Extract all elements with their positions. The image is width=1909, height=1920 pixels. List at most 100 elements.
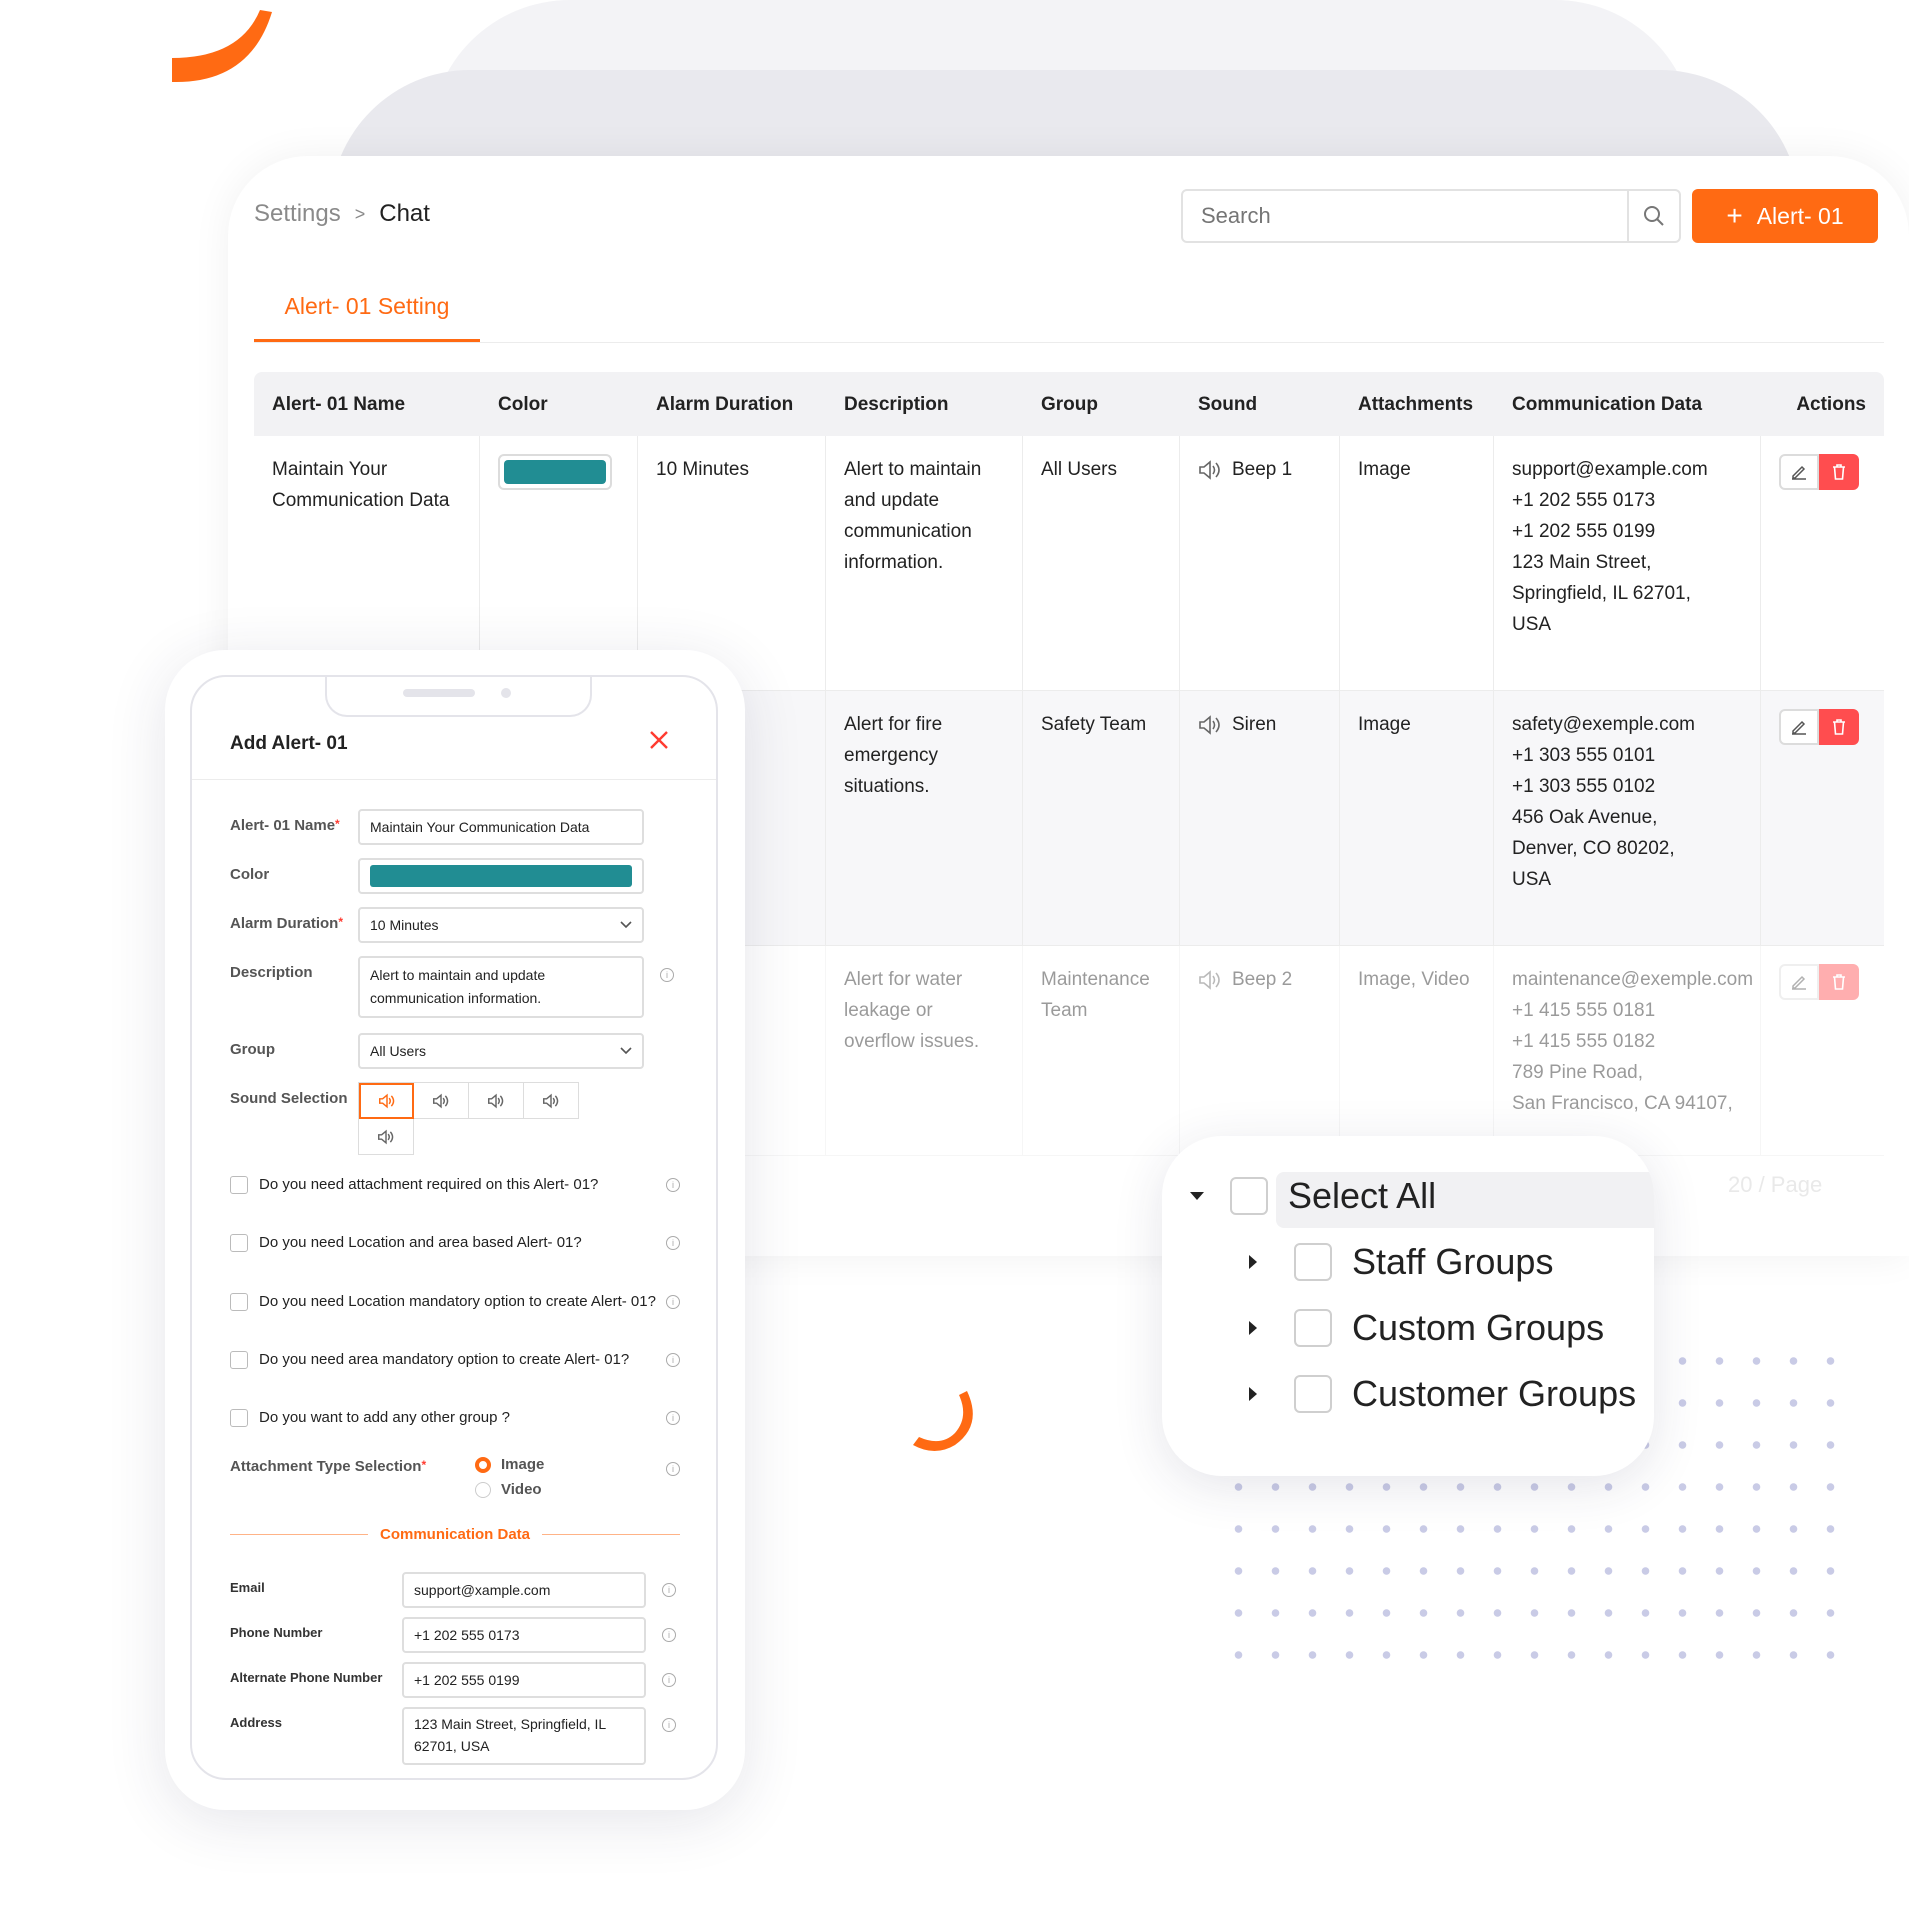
breadcrumb-settings-link[interactable]: Settings [254,200,341,228]
info-icon: i [662,1673,676,1687]
duration-row: Alarm Duration 10 Minutes [230,907,644,943]
sound-name: Beep 2 [1232,969,1293,990]
group-value: All Users [370,1043,427,1059]
description-cell: Alert to maintain and update communicati… [826,436,1023,690]
tree-checkbox[interactable] [1230,1177,1268,1215]
tree-row-custom-groups[interactable]: Custom Groups [1238,1307,1604,1349]
delete-button[interactable] [1819,454,1859,490]
alt-phone-field[interactable]: +1 202 555 0199 [402,1662,646,1698]
sound-cell: Siren [1180,691,1340,945]
sound-selection-row: Sound Selection [230,1082,579,1155]
comm-email: support@example.com [1512,459,1708,480]
description-row: Description Alert to maintain and update… [230,956,674,1018]
sound-option[interactable] [469,1083,524,1119]
description-textarea[interactable]: Alert to maintain and update communicati… [358,956,644,1018]
speaker-icon[interactable] [1198,459,1222,481]
name-label: Alert- 01 Name [230,809,358,834]
column-header: Description [844,393,949,415]
column-header: Sound [1198,393,1258,415]
caret-right-icon[interactable] [1238,1320,1268,1336]
group-cell: Maintenance Team [1023,946,1180,1155]
tree-checkbox[interactable] [1294,1375,1332,1413]
actions-cell [1761,436,1884,690]
color-picker[interactable] [358,858,644,894]
radio-button[interactable] [475,1482,491,1499]
address-textarea[interactable]: 123 Main Street, Springfield, IL 62701, … [402,1707,646,1765]
edit-button[interactable] [1779,709,1819,745]
caret-right-icon[interactable] [1238,1386,1268,1402]
tree-label: Customer Groups [1352,1373,1637,1414]
checkbox[interactable] [230,1409,248,1427]
comm-address: 456 Oak Avenue, [1512,807,1658,828]
column-header: Communication Data [1512,393,1703,415]
info-icon: i [662,1718,676,1732]
column-header: Group [1041,393,1098,415]
edit-button[interactable] [1779,964,1819,1000]
table-header: Alert- 01 Name Color Alarm Duration Desc… [254,372,1884,436]
tree-row-customer-groups[interactable]: Customer Groups [1238,1373,1636,1415]
close-icon [650,731,668,749]
radio-option-image[interactable]: Image [475,1452,666,1477]
breadcrumb-current: Chat [379,200,430,227]
sound-option[interactable] [524,1083,579,1119]
checkbox[interactable] [230,1351,248,1369]
edit-icon [1792,975,1806,990]
close-button[interactable] [648,729,670,756]
info-icon: i [666,1353,680,1367]
group-select[interactable]: All Users [358,1033,644,1069]
speaker-icon[interactable] [1198,969,1222,991]
tree-label: Staff Groups [1352,1241,1554,1282]
trash-icon [1833,464,1845,480]
edit-button[interactable] [1779,454,1819,490]
email-field[interactable]: support@xample.com [402,1572,646,1608]
attachments-cell: Image [1340,436,1494,690]
tree-row-staff-groups[interactable]: Staff Groups [1238,1241,1553,1283]
caret-right-icon[interactable] [1238,1254,1268,1270]
delete-button[interactable] [1819,709,1859,745]
info-icon: i [666,1178,680,1192]
comm-address: Springfield, IL 62701, [1512,583,1691,604]
duration-select[interactable]: 10 Minutes [358,907,644,943]
radio-option-video[interactable]: Video [475,1477,666,1502]
radio-button[interactable] [475,1457,491,1474]
question-row: Do you need area mandatory option to cre… [230,1347,680,1372]
description-label: Description [230,964,313,981]
tree-row-select-all[interactable]: Select All [1182,1175,1436,1217]
search-box [1181,189,1681,243]
speaker-icon [378,1093,394,1109]
delete-button[interactable] [1819,964,1859,1000]
info-icon: i [666,1236,680,1250]
name-input[interactable]: Maintain Your Communication Data [358,809,644,845]
speaker-icon [433,1093,449,1108]
comm-phone: +1 303 555 0101 [1512,745,1656,766]
search-input[interactable] [1183,191,1627,241]
column-header: Color [498,393,548,415]
sound-option[interactable] [359,1119,414,1155]
checkbox[interactable] [230,1234,248,1252]
add-alert-button[interactable]: + Alert- 01 [1692,189,1878,243]
form-divider [192,779,716,780]
sound-option[interactable] [359,1083,414,1119]
tree-checkbox[interactable] [1294,1243,1332,1281]
communication-data-divider: Communication Data [230,1524,681,1544]
checkbox[interactable] [230,1293,248,1311]
checkbox[interactable] [230,1176,248,1194]
page-size-select[interactable]: 20 / Page [1728,1172,1822,1198]
phone-field[interactable]: +1 202 555 0173 [402,1617,646,1653]
tree-checkbox[interactable] [1294,1309,1332,1347]
caret-down-icon[interactable] [1182,1191,1212,1201]
edit-icon [1792,720,1806,735]
sound-option[interactable] [414,1083,469,1119]
tab-alert-setting[interactable]: Alert- 01 Setting [254,286,480,342]
trash-icon [1833,974,1845,990]
comm-alt-phone: +1 202 555 0199 [1512,521,1656,542]
comm-phone: +1 202 555 0173 [1512,490,1656,511]
address-label: Address [230,1715,283,1730]
search-button[interactable] [1627,191,1679,241]
group-cell: All Users [1023,436,1180,690]
radio-label: Image [501,1456,545,1473]
speaker-icon[interactable] [1198,714,1222,736]
question-row: Do you want to add any other group ? i [230,1405,680,1430]
name-row: Alert- 01 Name Maintain Your Communicati… [230,809,644,845]
sound-grid [358,1082,579,1155]
